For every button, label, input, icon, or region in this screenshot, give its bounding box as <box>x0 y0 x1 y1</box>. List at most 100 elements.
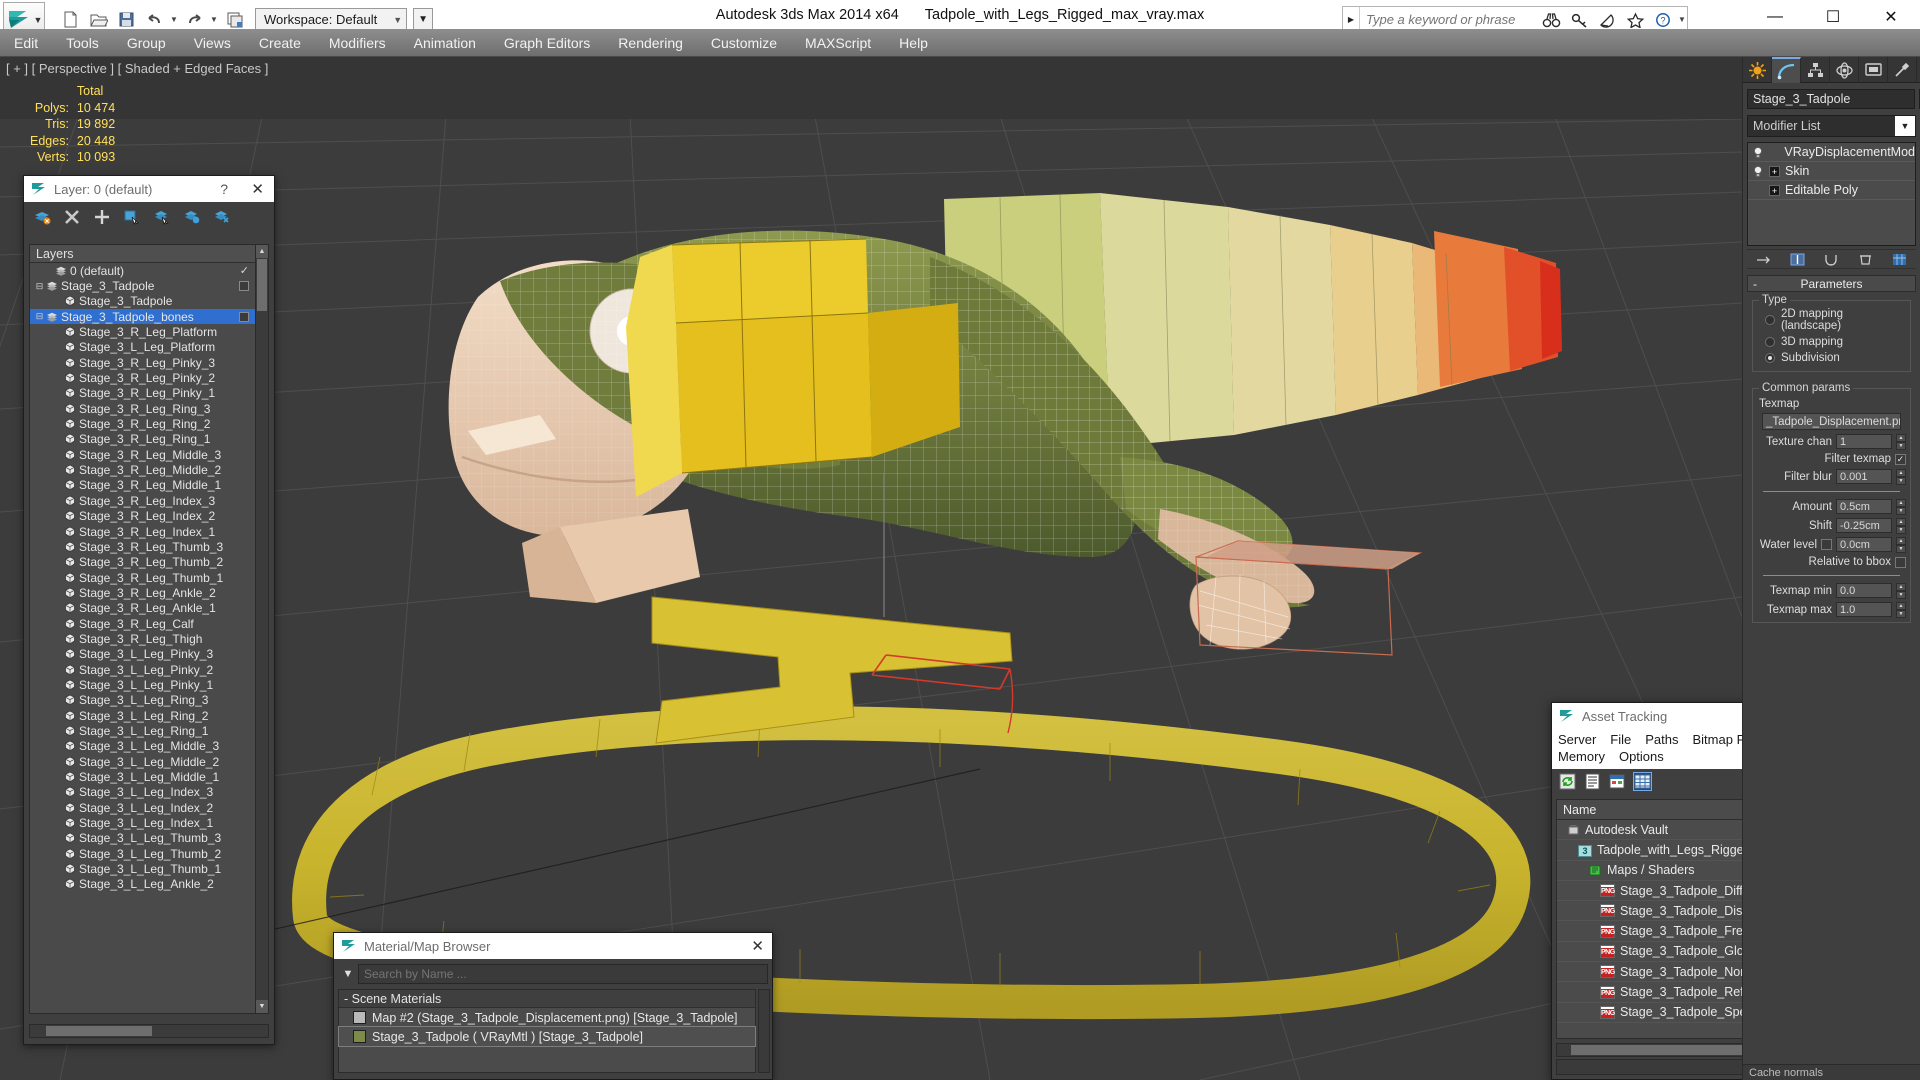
layer-row[interactable]: ⊟ Stage_3_Tadpole_bones <box>30 309 255 325</box>
texmap-min-input[interactable]: 0.0 <box>1836 583 1892 598</box>
relative-to-bbox-checkbox[interactable] <box>1895 556 1906 568</box>
configure-sets-icon[interactable] <box>1892 253 1907 266</box>
texmap-max-spinner[interactable]: ▲ ▼ <box>1896 602 1906 618</box>
layer-active-check-icon[interactable]: ✓ <box>240 264 249 277</box>
layer-row[interactable]: Stage_3_R_Leg_Thigh <box>30 631 255 646</box>
modifier-stack-row[interactable]: + Editable Poly <box>1748 181 1915 200</box>
modifier-list-dropdown[interactable]: Modifier List ▼ <box>1747 115 1916 137</box>
hscroll-thumb[interactable] <box>46 1026 152 1036</box>
layer-row[interactable]: Stage_3_Tadpole <box>30 294 255 309</box>
vscroll-thumb[interactable] <box>257 259 267 311</box>
water-level-spinner[interactable]: ▲ ▼ <box>1896 537 1906 553</box>
create-tab[interactable] <box>1743 57 1772 83</box>
chevron-down-icon[interactable]: ▼ <box>1895 116 1915 136</box>
scroll-down-icon[interactable]: ▼ <box>256 1000 268 1013</box>
layer-row[interactable]: Stage_3_L_Leg_Index_1 <box>30 815 255 830</box>
modifier-stack-row[interactable]: + Skin <box>1748 162 1915 181</box>
menu-item-group[interactable]: Group <box>113 30 180 56</box>
water-level-input[interactable]: 0.0cm <box>1836 537 1892 552</box>
layer-row[interactable]: Stage_3_R_Leg_Pinky_1 <box>30 386 255 401</box>
type-radio-subdivision[interactable]: Subdivision <box>1757 350 1906 366</box>
layer-row[interactable]: Stage_3_R_Leg_Index_1 <box>30 524 255 539</box>
filter-icon[interactable]: ▼ <box>338 968 358 980</box>
display-tab[interactable] <box>1859 57 1888 83</box>
help-caret-icon[interactable]: ▼ <box>1677 15 1687 24</box>
delete-layer-icon[interactable] <box>62 207 82 227</box>
refresh-icon[interactable] <box>1558 772 1577 791</box>
layer-row[interactable]: Stage_3_R_Leg_Ankle_1 <box>30 601 255 616</box>
mmb-vscrollbar[interactable] <box>758 989 770 1073</box>
workspace-dropdown-button[interactable]: ▼ <box>413 7 434 32</box>
layer-list-hscrollbar[interactable] <box>29 1024 269 1038</box>
asset-hscroll-thumb[interactable] <box>1571 1045 1771 1055</box>
menu-item-create[interactable]: Create <box>245 30 315 56</box>
asset-menu-options[interactable]: Options <box>1619 749 1664 764</box>
menu-item-tools[interactable]: Tools <box>52 30 113 56</box>
layer-row[interactable]: Stage_3_R_Leg_Ring_3 <box>30 401 255 416</box>
layer-row[interactable]: Stage_3_R_Leg_Ring_2 <box>30 416 255 431</box>
layer-row[interactable]: Stage_3_L_Leg_Thumb_3 <box>30 831 255 846</box>
menu-item-maxscript[interactable]: MAXScript <box>791 30 885 56</box>
texmap-button[interactable]: _Tadpole_Displacement.png) <box>1762 413 1901 430</box>
filter-texmap-checkbox[interactable]: ✓ <box>1895 453 1906 465</box>
expand-subobject-icon[interactable]: + <box>1769 165 1780 177</box>
list-icon[interactable] <box>1583 772 1602 791</box>
expander-icon[interactable]: ⊟ <box>34 281 45 292</box>
close-icon[interactable]: ✕ <box>751 937 764 955</box>
make-unique-icon[interactable] <box>1824 253 1839 266</box>
layer-list-vscrollbar[interactable]: ▲ ▼ <box>255 245 268 1013</box>
utilities-tab[interactable] <box>1888 57 1917 83</box>
modifier-stack-row[interactable]: VRayDisplacementMod <box>1748 143 1915 162</box>
amount-input[interactable]: 0.5cm <box>1836 499 1892 514</box>
layer-hide-checkbox[interactable] <box>239 311 249 322</box>
menu-item-animation[interactable]: Animation <box>400 30 490 56</box>
expand-subobject-icon[interactable]: + <box>1769 184 1780 196</box>
layer-row[interactable]: Stage_3_R_Leg_Index_2 <box>30 509 255 524</box>
layer-row[interactable]: Stage_3_L_Leg_Middle_2 <box>30 754 255 769</box>
layer-row[interactable]: Stage_3_R_Leg_Thumb_3 <box>30 539 255 554</box>
mmb-tree[interactable]: - Scene Materials Map #2 (Stage_3_Tadpol… <box>338 989 756 1073</box>
type-radio-3d-mapping[interactable]: 3D mapping <box>1757 334 1906 350</box>
filter-blur-spinner[interactable]: ▲ ▼ <box>1896 469 1906 485</box>
layer-row[interactable]: Stage_3_L_Leg_Middle_3 <box>30 739 255 754</box>
modifier-toggle-icon[interactable] <box>1752 165 1764 178</box>
layer-row[interactable]: Stage_3_L_Leg_Thumb_2 <box>30 846 255 861</box>
scroll-up-icon[interactable]: ▲ <box>256 245 268 258</box>
asset-menu-file[interactable]: File <box>1610 732 1631 747</box>
shift-spinner[interactable]: ▲ ▼ <box>1896 518 1906 534</box>
parameters-rollout-header[interactable]: - Parameters <box>1747 275 1916 292</box>
water-level-checkbox[interactable] <box>1821 539 1832 550</box>
layer-row[interactable]: ⊟ Stage_3_Tadpole <box>30 278 255 293</box>
layer-row[interactable]: Stage_3_L_Leg_Ankle_2 <box>30 877 255 892</box>
layer-row[interactable]: Stage_3_L_Leg_Middle_1 <box>30 769 255 784</box>
layer-hide-checkbox[interactable] <box>239 281 249 292</box>
texture-channel-spinner[interactable]: ▲ ▼ <box>1896 434 1906 450</box>
layer-row[interactable]: Stage_3_R_Leg_Middle_3 <box>30 447 255 462</box>
layer-rows[interactable]: 0 (default) ✓ ⊟ Stage_3_Tadpole Stage_3_Tadp… <box>30 263 255 1013</box>
layer-row[interactable]: Stage_3_R_Leg_Thumb_2 <box>30 555 255 570</box>
layer-row[interactable]: Stage_3_L_Leg_Pinky_1 <box>30 677 255 692</box>
workspace-selector[interactable]: Workspace: Default ▼ <box>255 7 408 32</box>
menu-item-customize[interactable]: Customize <box>697 30 791 56</box>
menu-item-edit[interactable]: Edit <box>0 30 52 56</box>
amount-spinner[interactable]: ▲ ▼ <box>1896 499 1906 515</box>
asset-menu-server[interactable]: Server <box>1558 732 1596 747</box>
remove-modifier-icon[interactable] <box>1858 253 1873 266</box>
layer-row[interactable]: Stage_3_R_Leg_Calf <box>30 616 255 631</box>
paths-icon[interactable] <box>1608 772 1627 791</box>
object-name-input[interactable] <box>1747 89 1915 109</box>
show-end-result-icon[interactable] <box>1790 253 1805 266</box>
layer-row[interactable]: Stage_3_L_Leg_Ring_3 <box>30 693 255 708</box>
add-selection-to-layer-icon[interactable] <box>92 207 112 227</box>
rollout-collapse-icon[interactable]: - <box>1753 277 1757 291</box>
menu-item-help[interactable]: Help <box>885 30 942 56</box>
mmb-group-header[interactable]: - Scene Materials <box>339 990 755 1008</box>
select-objects-in-layer-icon[interactable] <box>122 207 142 227</box>
hide-unhide-layer-icon[interactable] <box>212 207 232 227</box>
layer-row[interactable]: Stage_3_R_Leg_Index_3 <box>30 493 255 508</box>
layer-row[interactable]: Stage_3_L_Leg_Index_3 <box>30 785 255 800</box>
grid-icon[interactable] <box>1633 771 1652 791</box>
layer-row[interactable]: Stage_3_R_Leg_Pinky_3 <box>30 355 255 370</box>
layer-list[interactable]: Layers 0 (default) ✓ ⊟ Stage_3_Tadpole Stage… <box>30 245 255 1013</box>
layer-row[interactable]: Stage_3_L_Leg_Ring_2 <box>30 708 255 723</box>
